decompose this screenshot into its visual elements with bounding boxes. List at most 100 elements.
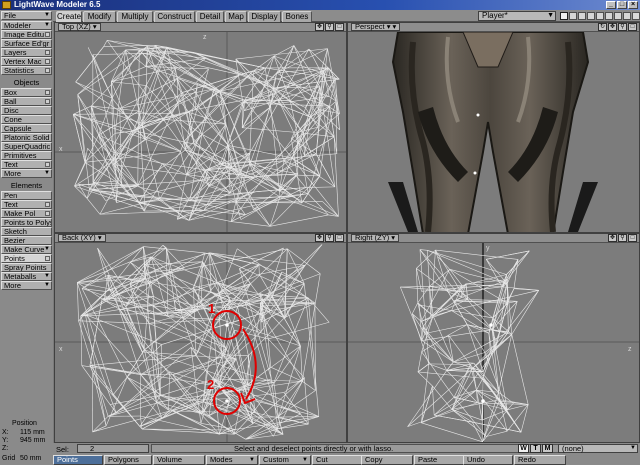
layer-button[interactable] bbox=[578, 12, 586, 20]
surface-select[interactable]: (none) ▼ bbox=[558, 444, 638, 453]
bezier-tool-label: Bezier bbox=[4, 236, 26, 245]
primitives-button[interactable]: Primitives bbox=[1, 151, 52, 160]
file-menu[interactable]: File ▼ bbox=[1, 11, 52, 20]
move-view-icon[interactable]: ✥ bbox=[608, 23, 617, 31]
custom-menu[interactable]: Custom ▼ bbox=[259, 455, 311, 465]
maximize-view-icon[interactable]: □ bbox=[628, 234, 637, 242]
maximize-button[interactable]: □ bbox=[617, 1, 627, 9]
polygons-mode-button[interactable]: Polygons bbox=[104, 455, 152, 465]
points-to-polys-button[interactable]: Points to Polys bbox=[1, 218, 52, 227]
vertex-maps-button[interactable]: Vertex Mac bbox=[1, 57, 52, 66]
image-editor-button[interactable]: Image Editu bbox=[1, 30, 52, 39]
tab-multiply[interactable]: Multiply bbox=[117, 11, 153, 22]
tab-modify[interactable]: Modify bbox=[83, 11, 116, 22]
volume-mode-button[interactable]: Volume bbox=[153, 455, 205, 465]
viewport-view-select[interactable]: Right (ZY) ▾ bbox=[351, 234, 400, 242]
toggle-icon bbox=[45, 99, 50, 104]
layer-button[interactable] bbox=[623, 12, 631, 20]
viewport-view-select[interactable]: Perspect ▾ ▾ bbox=[351, 23, 401, 31]
viewport-perspective[interactable]: Perspect ▾ ▾ ↻ ✥ ⚲ □ bbox=[347, 22, 640, 233]
tab-detail[interactable]: Detail bbox=[196, 11, 224, 22]
layer-button[interactable] bbox=[560, 12, 568, 20]
mesh-edge bbox=[461, 279, 508, 298]
tab-construct[interactable]: Construct bbox=[154, 11, 195, 22]
tab-map[interactable]: Map bbox=[225, 11, 247, 22]
maximize-view-icon[interactable]: □ bbox=[335, 23, 344, 31]
undo-button[interactable]: Undo bbox=[463, 455, 513, 465]
zoom-icon[interactable]: ⚲ bbox=[618, 23, 627, 31]
viewport-back[interactable]: Back (XY) ▾ ✥ ⚲ □ x 1 2 bbox=[54, 233, 347, 443]
layer-button[interactable] bbox=[632, 12, 640, 20]
capsule-tool[interactable]: Capsule bbox=[1, 124, 52, 133]
sketch-tool[interactable]: Sketch bbox=[1, 227, 52, 236]
ball-tool[interactable]: Ball bbox=[1, 97, 52, 106]
mesh-edge bbox=[296, 132, 299, 174]
objects-more-menu[interactable]: More ▼ bbox=[1, 169, 52, 178]
surface-editor-button[interactable]: Surface Ed'gr bbox=[1, 39, 52, 48]
modeler-menu[interactable]: Modeler ▼ bbox=[1, 21, 52, 30]
make-pol-button[interactable]: Make Pol bbox=[1, 209, 52, 218]
spray-points-tool[interactable]: Spray Points bbox=[1, 263, 52, 272]
redo-button[interactable]: Redo bbox=[514, 455, 566, 465]
pen-tool[interactable]: Pen bbox=[1, 191, 52, 200]
viewport-view-select[interactable]: Back (XY) ▾ bbox=[58, 234, 106, 242]
layers-button[interactable]: Layers bbox=[1, 48, 52, 57]
layer-button[interactable] bbox=[614, 12, 622, 20]
viewport-view-select[interactable]: Top (XZ) ▾ bbox=[58, 23, 101, 31]
text-element-tool[interactable]: Text bbox=[1, 200, 52, 209]
m-toggle[interactable]: M bbox=[542, 444, 553, 453]
zoom-icon[interactable]: ⚲ bbox=[618, 234, 627, 242]
superquadric-tool[interactable]: SuperQuadric bbox=[1, 142, 52, 151]
custom-menu-label: Custom bbox=[263, 455, 289, 464]
mesh-edge bbox=[75, 81, 113, 99]
bezier-tool[interactable]: Bezier bbox=[1, 236, 52, 245]
mesh-edge bbox=[89, 365, 141, 427]
text-object-tool[interactable]: Text bbox=[1, 160, 52, 169]
layer-button[interactable] bbox=[569, 12, 577, 20]
cut-button[interactable]: Cut bbox=[312, 455, 364, 465]
toggle-icon bbox=[45, 162, 50, 167]
make-pol-label: Make Pol bbox=[4, 209, 36, 218]
points-mode-button[interactable]: Points bbox=[53, 455, 103, 465]
layer-button[interactable] bbox=[605, 12, 613, 20]
layer-button[interactable] bbox=[587, 12, 595, 20]
box-tool[interactable]: Box bbox=[1, 88, 52, 97]
platonic-solid-tool[interactable]: Platonic Solid bbox=[1, 133, 52, 142]
points-tool[interactable]: Points bbox=[1, 254, 52, 263]
zoom-icon[interactable]: ⚲ bbox=[325, 23, 334, 31]
maximize-view-icon[interactable]: □ bbox=[335, 234, 344, 242]
metaballs-menu[interactable]: Metaballs ▼ bbox=[1, 272, 52, 281]
w-toggle[interactable]: W bbox=[518, 444, 529, 453]
t-toggle[interactable]: T bbox=[530, 444, 541, 453]
statistics-button[interactable]: Statistics bbox=[1, 66, 52, 75]
perspective-render bbox=[388, 32, 598, 232]
mesh-edge bbox=[92, 372, 141, 427]
tab-create[interactable]: Create bbox=[56, 11, 82, 22]
zoom-icon[interactable]: ⚲ bbox=[325, 234, 334, 242]
move-view-icon[interactable]: ✥ bbox=[608, 234, 617, 242]
cone-tool[interactable]: Cone bbox=[1, 115, 52, 124]
make-curve-menu[interactable]: Make Curve ▼ bbox=[1, 245, 52, 254]
layer-button[interactable] bbox=[596, 12, 604, 20]
modes-menu[interactable]: Modes ▼ bbox=[206, 455, 258, 465]
viewport-top[interactable]: Top (XZ) ▾ ✥ ⚲ □ z x bbox=[54, 22, 347, 233]
paste-button[interactable]: Paste bbox=[414, 455, 464, 465]
viewport-right[interactable]: Right (ZY) ▾ ✥ ⚲ □ z y bbox=[347, 233, 640, 443]
mesh-edge bbox=[273, 297, 309, 383]
close-button[interactable]: × bbox=[628, 1, 638, 9]
tab-bones[interactable]: Bones bbox=[282, 11, 312, 22]
elements-more-menu[interactable]: More ▼ bbox=[1, 281, 52, 290]
rotate-view-icon[interactable]: ↻ bbox=[598, 23, 607, 31]
move-view-icon[interactable]: ✥ bbox=[315, 234, 324, 242]
move-view-icon[interactable]: ✥ bbox=[315, 23, 324, 31]
mesh-edge bbox=[76, 282, 79, 321]
minimize-button[interactable]: _ bbox=[606, 1, 616, 9]
objects-more-label: More bbox=[4, 169, 22, 178]
mesh-edge bbox=[126, 376, 163, 419]
tab-display[interactable]: Display bbox=[248, 11, 281, 22]
copy-button[interactable]: Copy bbox=[361, 455, 413, 465]
player-select[interactable]: Player* ▼ bbox=[478, 11, 556, 21]
mesh-edge bbox=[247, 355, 249, 385]
disc-tool[interactable]: Disc bbox=[1, 106, 52, 115]
maximize-view-icon[interactable]: □ bbox=[628, 23, 637, 31]
